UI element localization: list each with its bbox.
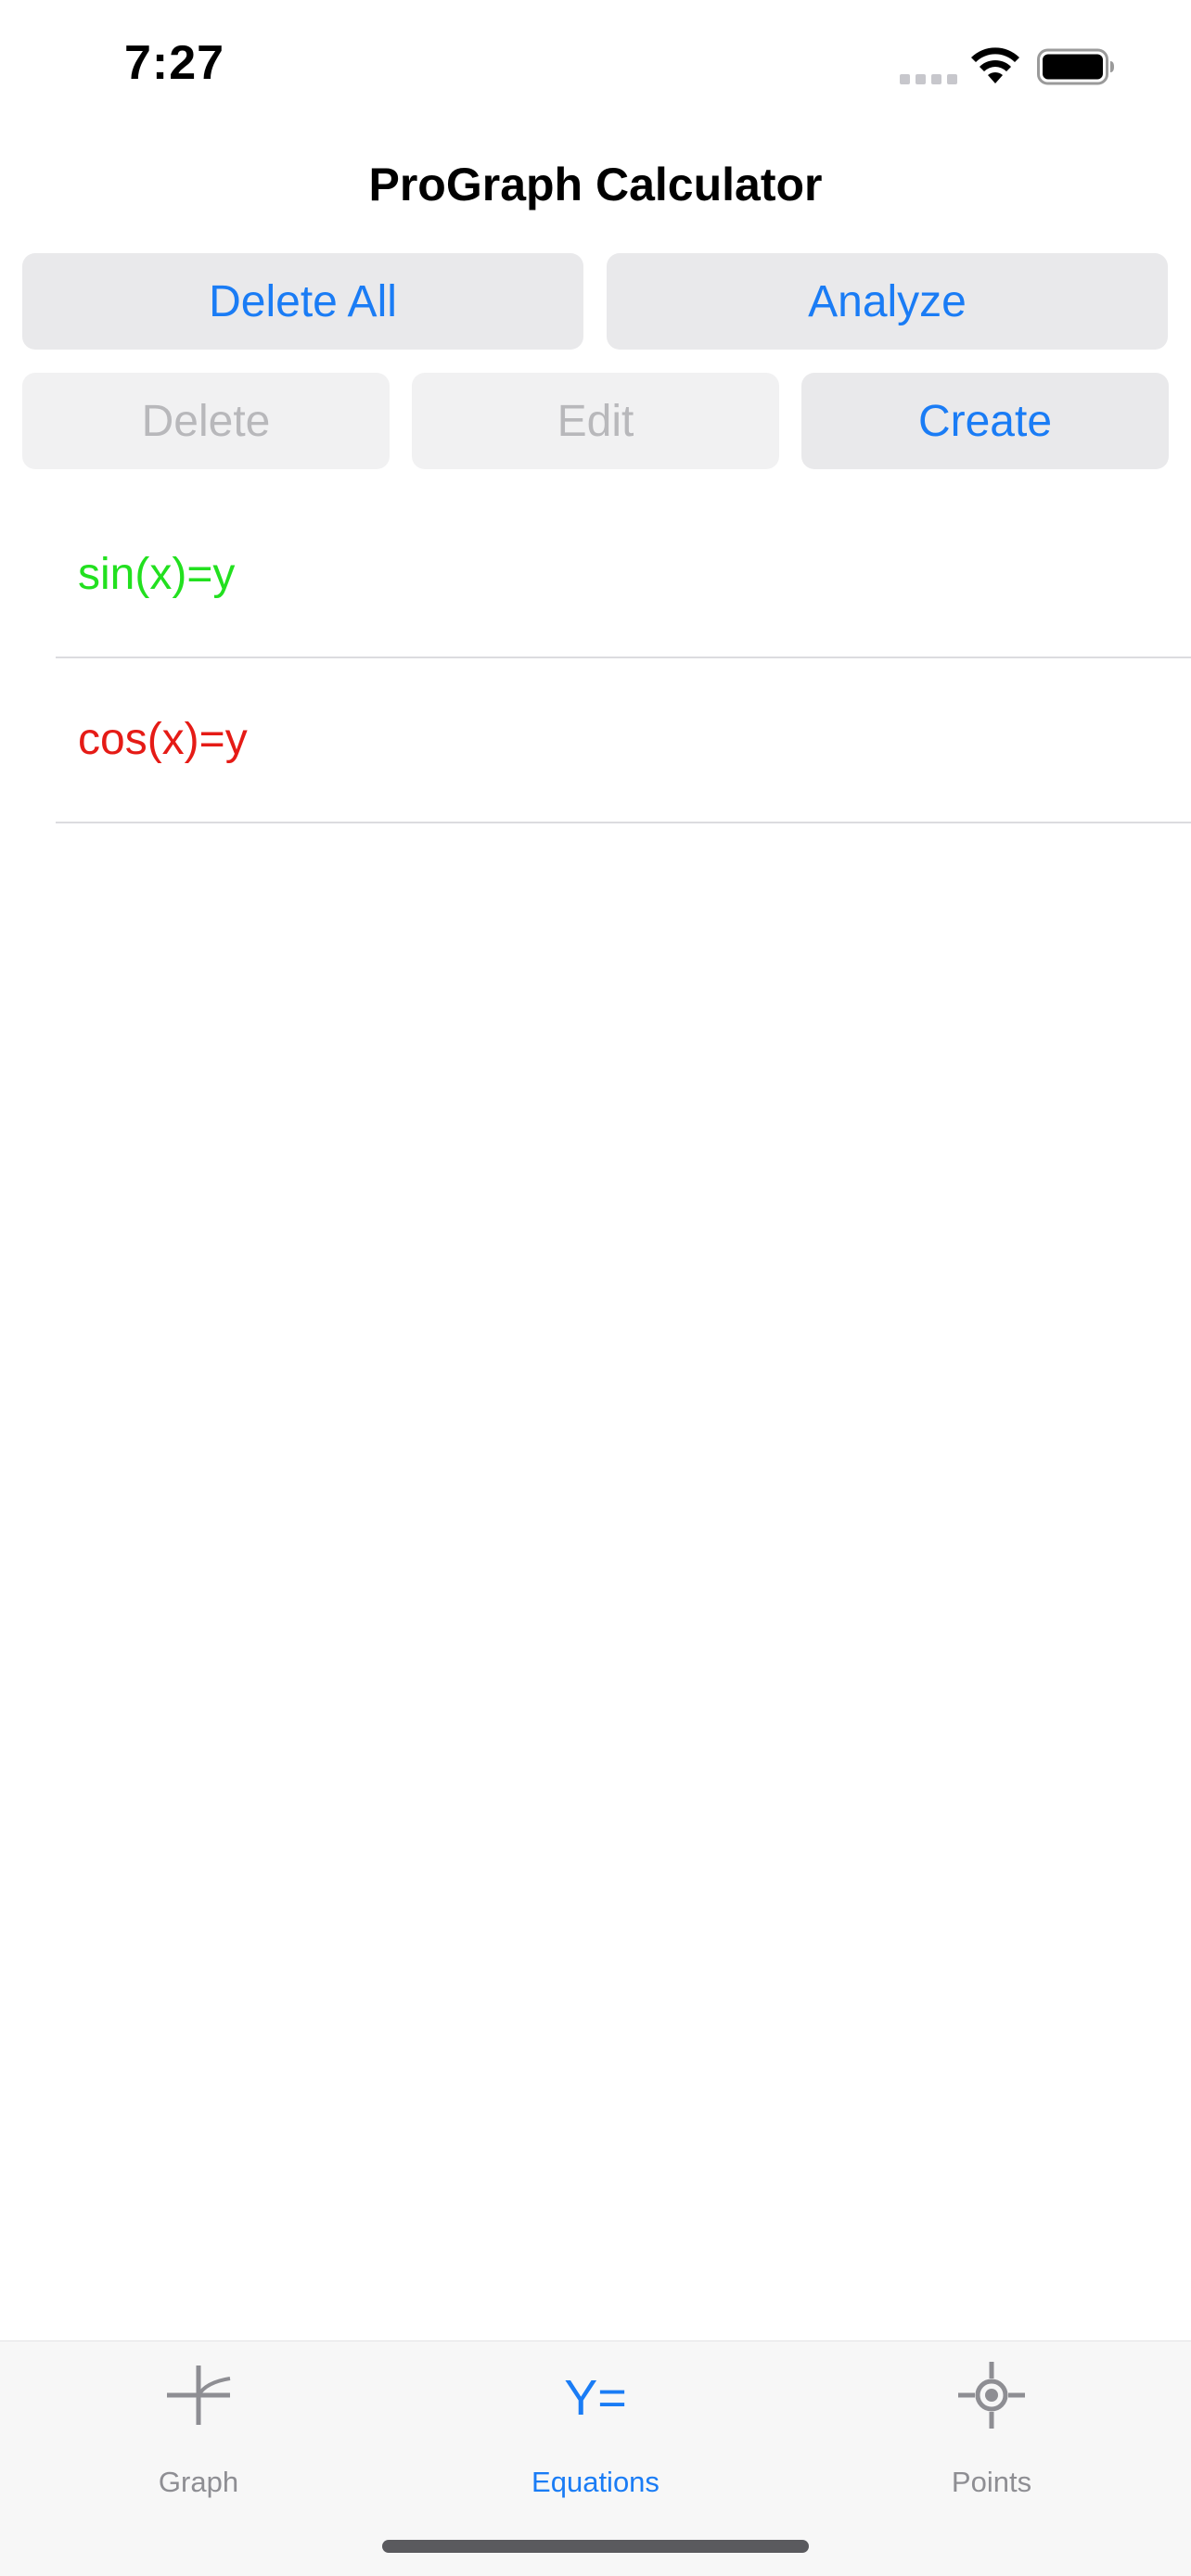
home-indicator[interactable] [382,2540,809,2553]
equation-text: sin(x)=y [78,550,236,599]
target-point-icon [958,2362,1025,2429]
tab-graph[interactable]: Graph [87,2360,310,2498]
equation-row[interactable]: sin(x)=y [0,493,1191,658]
row-separator [56,822,1191,823]
y-equals-icon: Y= [564,2370,627,2426]
page-title: ProGraph Calculator [368,159,823,210]
tab-points[interactable]: Points [880,2360,1103,2498]
status-time: 7:27 [124,36,225,90]
create-button[interactable]: Create [801,373,1169,469]
cellular-signal-icon [900,74,957,84]
equation-row[interactable]: cos(x)=y [0,658,1191,823]
tab-bar: Graph Y= Equations Points [0,2340,1191,2576]
tab-label: Equations [531,2466,660,2498]
battery-icon [1037,48,1114,85]
equation-text: cos(x)=y [78,715,248,764]
delete-all-button[interactable]: Delete All [22,253,583,350]
status-bar: 7:27 [0,0,1191,130]
analyze-button[interactable]: Analyze [607,253,1168,350]
delete-button[interactable]: Delete [22,373,390,469]
tab-label: Points [951,2466,1032,2498]
tab-equations[interactable]: Y= Equations [484,2360,707,2498]
wifi-icon [971,47,1019,83]
edit-button[interactable]: Edit [412,373,779,469]
tab-label: Graph [158,2466,239,2498]
graph-icon [167,2366,231,2425]
equation-list: sin(x)=y cos(x)=y [0,493,1191,823]
